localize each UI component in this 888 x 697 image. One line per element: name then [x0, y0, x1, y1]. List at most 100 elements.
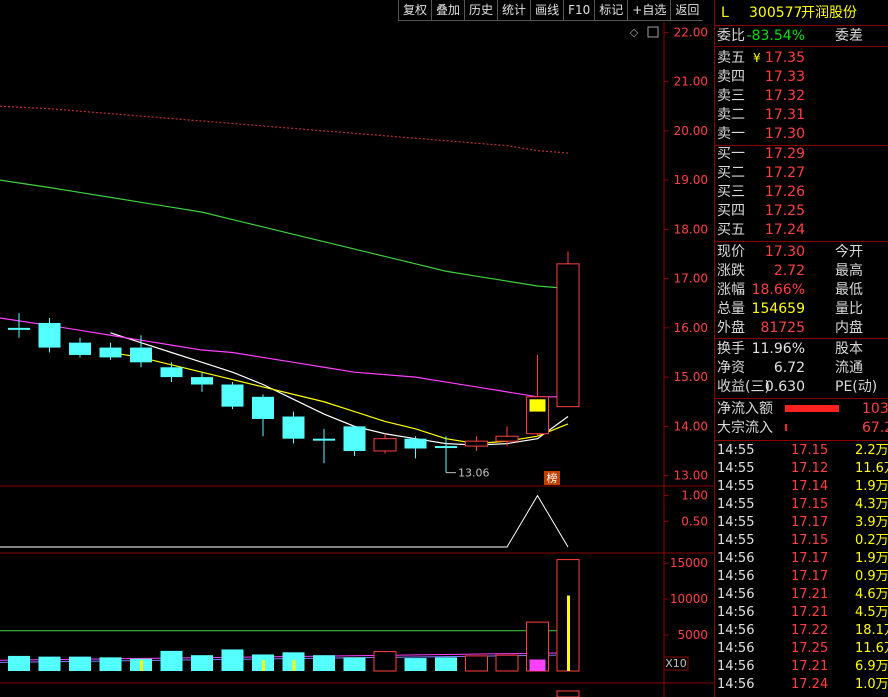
volume-bar	[160, 650, 183, 671]
candle-body	[252, 396, 274, 419]
kline-chart-svg[interactable]: 22.00 21.00 20.00 19.00 18.00 17.00 16.00 15.00…	[0, 0, 714, 697]
tick-price: 17.17	[791, 515, 829, 530]
volume-highlight	[567, 595, 570, 671]
tick-price: 17.14	[791, 479, 829, 494]
tick-row: 14:56 17.17 1.9万	[715, 550, 888, 568]
block-inflow-label: 大宗流入	[717, 420, 773, 436]
quote-label-right: 内盘	[835, 320, 863, 336]
fundamental-row: 净资 6.72 流通	[715, 359, 888, 378]
candle-body	[404, 438, 427, 449]
tick-price: 17.24	[791, 677, 829, 692]
fundamental-label-right: 股本	[835, 341, 863, 357]
tick-row: 14:56 17.21 4.6万	[715, 586, 888, 604]
ma-line	[0, 105, 569, 154]
tick-price: 17.22	[791, 623, 829, 638]
fundamental-value: 6.72	[773, 360, 805, 376]
toolbar-button-stats[interactable]: 统计	[497, 0, 531, 21]
price-tick-label: 21.00	[674, 75, 708, 89]
candle-body	[495, 435, 519, 442]
tick-time: 14:56	[717, 569, 755, 584]
net-inflow-row: 净流入额 103	[715, 400, 888, 419]
candle-body	[221, 384, 244, 407]
tick-time: 14:56	[717, 623, 755, 638]
order-ratio-row: 委比 -83.54% 委差	[715, 27, 888, 46]
toolbar-button-draw[interactable]: 画线	[530, 0, 564, 21]
toolbar-button-back[interactable]: 返回	[670, 0, 704, 21]
toolbar-button-f10[interactable]: F10	[563, 0, 595, 21]
quote-label-right: 量比	[835, 301, 863, 317]
volume-bar	[191, 655, 213, 671]
tick-price: 17.25	[791, 641, 829, 656]
candle-body	[373, 438, 397, 452]
low-annotation-label: 13.06	[458, 467, 490, 480]
signal-marker	[529, 399, 546, 412]
toolbar-button-mark[interactable]: 标记	[594, 0, 628, 21]
ask-row[interactable]: 卖三 17.32	[715, 87, 888, 106]
volume-bar	[495, 654, 519, 672]
tick-volume: 3.9万	[855, 515, 888, 530]
ask-label: 卖四	[717, 69, 745, 85]
tick-volume: 1.9万	[855, 479, 888, 494]
tick-row: 14:56 17.21 4.5万	[715, 604, 888, 622]
fundamental-label-right: 流通	[835, 360, 863, 376]
bid-price: 17.29	[764, 146, 805, 162]
bid-row[interactable]: 买五 17.24	[715, 221, 888, 240]
bid-row[interactable]: 买四 17.25	[715, 202, 888, 221]
toolbar-button-history[interactable]: 历史	[464, 0, 498, 21]
ask-row[interactable]: 卖二 17.31	[715, 106, 888, 125]
volume-bar	[373, 651, 397, 672]
tick-volume: 11.6万	[855, 461, 888, 476]
ma-line	[110, 351, 569, 445]
tick-price: 17.15	[791, 497, 829, 512]
ma-line	[0, 317, 568, 398]
kline-chart-area[interactable]: 22.00 21.00 20.00 19.00 18.00 17.00 16.00 15.00…	[0, 0, 714, 697]
quote-value: 18.66%	[751, 282, 805, 298]
tick-time: 14:55	[717, 533, 755, 548]
volume-highlight	[140, 660, 143, 671]
bid-label: 买五	[717, 222, 745, 238]
tick-volume: 18.1万	[855, 623, 888, 638]
volume-bar	[465, 655, 488, 672]
bid-label: 买二	[717, 165, 745, 181]
quote-label: 外盘	[717, 320, 745, 336]
toolbar-button-watchlist[interactable]: +自选	[627, 0, 671, 21]
toolbar-button-adjust[interactable]: 复权	[398, 0, 432, 21]
ma-line	[110, 332, 569, 446]
quote-label: 涨幅	[717, 282, 745, 298]
tick-volume: 4.3万	[855, 497, 888, 512]
tick-time: 14:55	[717, 443, 755, 458]
toolbar-button-overlay[interactable]: 叠加	[431, 0, 465, 21]
quote-value: 154659	[751, 301, 805, 317]
ma-line	[0, 179, 569, 290]
tick-row: 14:55 17.17 3.9万	[715, 514, 888, 532]
ask-label: 卖三	[717, 88, 745, 104]
quote-label: 总量	[717, 301, 745, 317]
tick-time: 14:55	[717, 497, 755, 512]
candle-body	[99, 347, 122, 358]
quote-value: 17.30	[764, 244, 805, 260]
volume-highlight	[292, 660, 296, 671]
chart-toolbar: 复权 叠加 历史 统计 画线 F10 标记 +自选 返回	[398, 0, 704, 22]
net-inflow-value: 103	[862, 401, 888, 417]
indicator-tick-label: 1.00	[681, 489, 708, 503]
tick-volume: 1.0万	[855, 677, 888, 692]
candle-body	[313, 438, 335, 441]
indicator-line	[0, 494, 569, 548]
ask-row[interactable]: 卖五 ¥17.35	[715, 49, 888, 68]
bid-row[interactable]: 买三 17.26	[715, 183, 888, 202]
bid-row[interactable]: 买一 17.29	[715, 145, 888, 164]
tick-time: 14:56	[717, 587, 755, 602]
tick-time: 14:55	[717, 515, 755, 530]
bid-price: 17.26	[764, 184, 805, 200]
bid-label: 买四	[717, 203, 745, 219]
window-toggle-icon	[647, 26, 659, 38]
candle-body	[343, 426, 366, 451]
bid-row[interactable]: 买二 17.27	[715, 164, 888, 183]
ask-row[interactable]: 卖一 17.30	[715, 125, 888, 144]
volume-tick-label: 15000	[670, 556, 708, 570]
candle-body	[69, 342, 91, 355]
ask-row[interactable]: 卖四 17.33	[715, 68, 888, 87]
volume-bar	[69, 656, 91, 671]
quote-label-right: 今开	[835, 244, 863, 260]
order-ratio-value: -83.54%	[746, 28, 805, 44]
